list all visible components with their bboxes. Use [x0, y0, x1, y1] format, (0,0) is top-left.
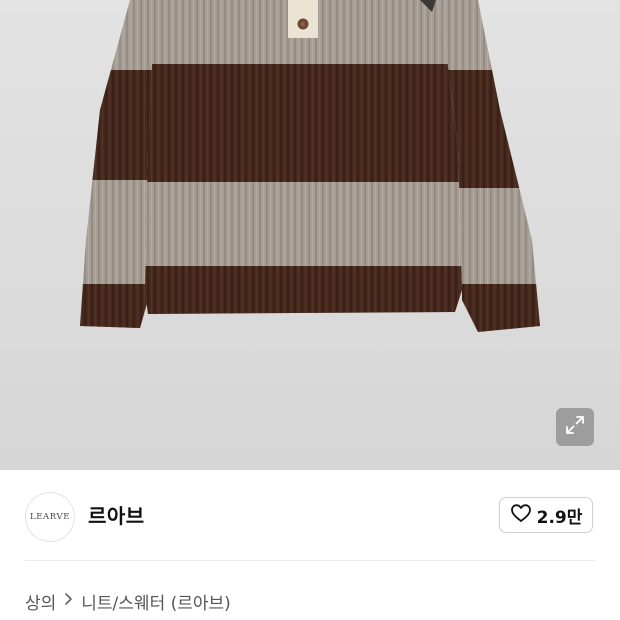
- shop-name[interactable]: 르아브: [88, 500, 145, 529]
- like-count: 2.9만: [536, 507, 583, 528]
- breadcrumb: 상의 니트/스웨터 (르아브): [25, 589, 231, 614]
- shop-logo[interactable]: LEARVE: [25, 492, 75, 542]
- breadcrumb-item-category[interactable]: 상의: [25, 589, 56, 614]
- product-image-sweater: [80, 0, 540, 332]
- product-image-area[interactable]: [0, 0, 620, 470]
- shop-info-row: LEARVE 르아브 2.9만: [0, 470, 620, 560]
- breadcrumb-item-subcategory[interactable]: 니트/스웨터 (르아브): [81, 589, 231, 614]
- expand-arrows-icon: [564, 414, 586, 440]
- like-button[interactable]: 2.9만: [499, 497, 593, 533]
- expand-image-button[interactable]: [556, 408, 594, 446]
- heart-outline-icon: [510, 503, 532, 527]
- section-divider: [25, 560, 595, 561]
- shop-logo-text: LEARVE: [29, 512, 71, 522]
- chevron-right-icon: [64, 591, 73, 611]
